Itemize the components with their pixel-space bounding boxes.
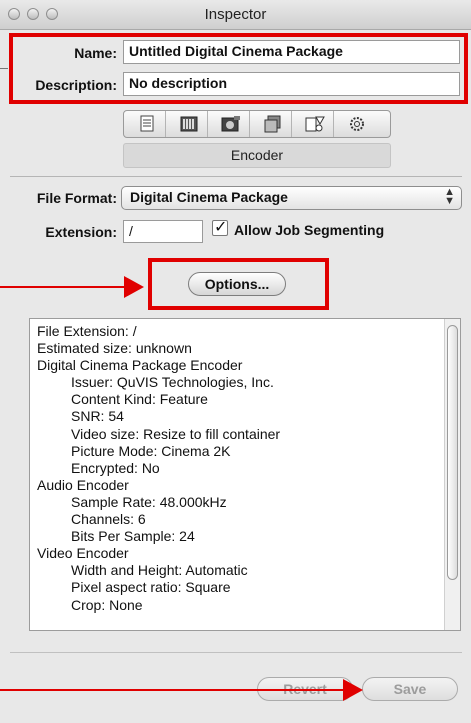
summary-line: Issuer: QuVIS Technologies, Inc. <box>71 374 274 391</box>
filter-tab-icon[interactable] <box>178 115 200 133</box>
summary-line: Encrypted: No <box>71 459 160 476</box>
summary-line: Content Kind: Feature <box>71 391 208 408</box>
section-divider <box>10 176 462 177</box>
title-bar: Inspector <box>0 0 471 30</box>
allow-segmenting-checkbox[interactable]: ✓ <box>212 219 228 236</box>
inspector-window: Inspector Name: Untitled Digital Cinema … <box>0 0 471 723</box>
inspector-tab-strip <box>123 110 391 138</box>
summary-line: Estimated size: unknown <box>37 340 192 357</box>
summary-line: File Extension: / <box>37 323 137 339</box>
annotation-arrow-line <box>0 689 343 691</box>
summary-line: Video size: Resize to fill container <box>71 425 281 442</box>
allow-segmenting-label: Allow Job Segmenting <box>234 222 385 238</box>
summary-text: File Extension: / Estimated size: unknown… <box>37 323 442 614</box>
checkmark-icon: ✓ <box>214 219 228 236</box>
file-format-label: File Format: <box>36 190 117 206</box>
general-tab-icon[interactable] <box>136 115 158 133</box>
footer-divider <box>10 652 462 653</box>
summary-line: Width and Height: Automatic <box>71 562 248 579</box>
summary-line: Pixel aspect ratio: Square <box>71 579 231 596</box>
file-format-select[interactable]: Digital Cinema Package ▲ ▼ <box>121 186 462 210</box>
window-title: Inspector <box>204 6 267 23</box>
highlight-frame-name-description <box>9 33 468 104</box>
summary-scroll-thumb[interactable] <box>447 325 458 580</box>
highlight-frame-options <box>148 258 329 310</box>
annotation-arrow-head-icon <box>343 679 363 701</box>
actions-tab-icon[interactable] <box>304 115 326 133</box>
encoder-tab-label: Encoder <box>123 143 391 168</box>
save-button[interactable]: Save <box>362 677 458 701</box>
summary-line: Digital Cinema Package Encoder <box>37 357 243 374</box>
file-format-value: Digital Cinema Package <box>130 189 288 205</box>
extension-input[interactable]: / <box>123 220 203 243</box>
settings-summary: File Extension: / Estimated size: unknown… <box>29 318 461 631</box>
geometry-tab-icon[interactable] <box>262 115 284 133</box>
settings-tab-icon[interactable] <box>346 115 368 133</box>
annotation-arrow-head-icon <box>124 276 144 298</box>
annotation-line-stub <box>0 68 8 69</box>
summary-line: Sample Rate: 48.000kHz <box>71 493 227 510</box>
summary-line: SNR: 54 <box>71 408 124 425</box>
summary-scrollbar[interactable] <box>444 319 460 630</box>
encoder-tab-icon[interactable] <box>220 115 242 133</box>
extension-label: Extension: <box>45 224 117 240</box>
popup-arrows-icon: ▲ ▼ <box>444 186 455 207</box>
summary-line: Bits Per Sample: 24 <box>71 528 195 545</box>
annotation-arrow-line <box>0 286 124 288</box>
summary-line: Picture Mode: Cinema 2K <box>71 442 231 459</box>
summary-line: Crop: None <box>71 596 143 613</box>
summary-line: Audio Encoder <box>37 476 129 493</box>
summary-line: Channels: 6 <box>71 511 146 528</box>
summary-line: Video Encoder <box>37 545 129 562</box>
